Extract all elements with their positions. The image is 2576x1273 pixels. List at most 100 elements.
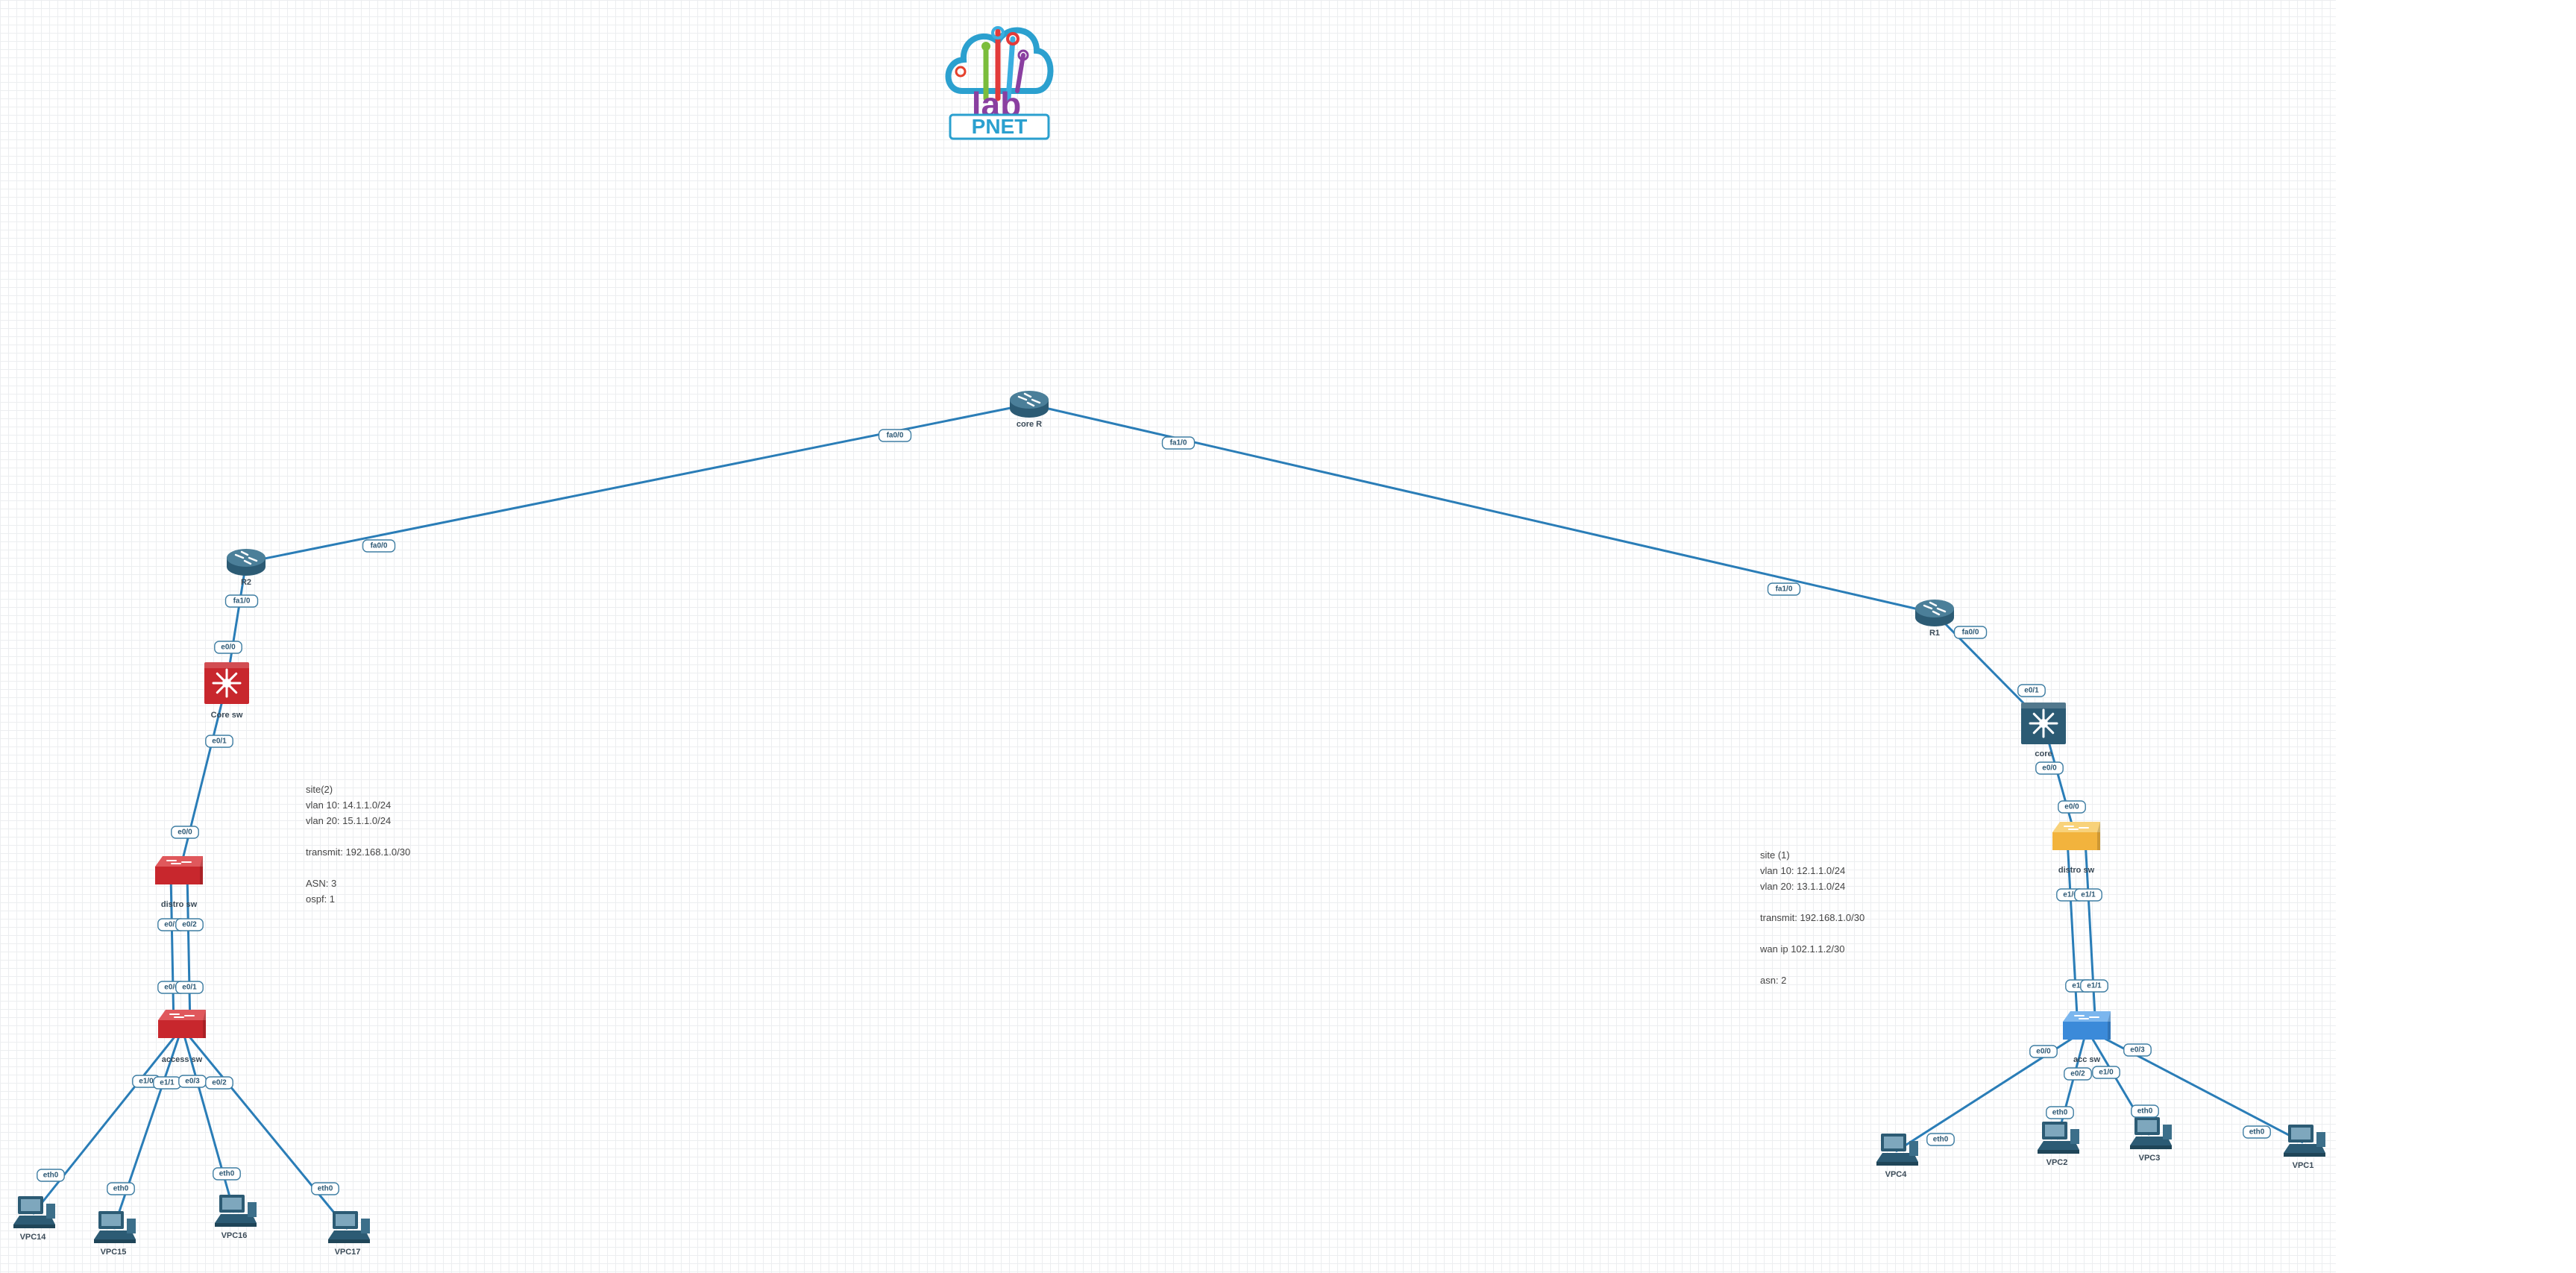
node-label-distrosw1: distro sw [2058,866,2095,875]
svg-text:fa1/0: fa1/0 [1170,439,1187,447]
svg-text:e0/1: e0/1 [182,984,197,992]
svg-text:fa0/0: fa0/0 [887,432,904,440]
port-label: fa1/0 [1161,436,1196,450]
pc-icon[interactable] [13,1196,55,1228]
port-label: eth0 [2131,1104,2159,1118]
port-label: fa0/0 [1953,626,1988,639]
port-label: eth0 [107,1182,135,1195]
node-label-VPC2: VPC2 [2046,1158,2068,1167]
port-label: e0/3 [178,1075,207,1088]
pc-icon[interactable] [2130,1117,2172,1149]
port-label: e0/0 [214,641,242,654]
multilayer-switch-red-icon[interactable] [204,662,249,704]
svg-text:e0/1: e0/1 [212,738,227,746]
note-line: site(2) [306,784,333,795]
pc-icon[interactable] [215,1195,257,1227]
note-line: transmit: 192.168.1.0/30 [306,846,411,858]
svg-text:fa1/0: fa1/0 [233,597,251,606]
link-accesssw-VPC17[interactable] [180,1027,349,1230]
note-line: vlan 10: 12.1.1.0/24 [1760,865,1846,876]
svg-text:e0/2: e0/2 [2070,1070,2085,1078]
port-label: e1/1 [2080,979,2108,993]
multilayer-switch-icon[interactable] [2021,702,2066,744]
pc-icon[interactable] [2284,1125,2325,1157]
node-label-core: core [2035,749,2052,758]
port-label: e0/2 [2064,1067,2092,1081]
node-label-accsw: acc sw [2073,1055,2101,1064]
note-line: ASN: 3 [306,878,337,889]
node-label-R1: R1 [1929,629,1940,638]
note-line: vlan 20: 13.1.1.0/24 [1760,881,1846,892]
svg-text:eth0: eth0 [1933,1136,1949,1144]
svg-text:e0/2: e0/2 [212,1079,227,1087]
svg-text:fa0/0: fa0/0 [1962,629,1979,637]
svg-text:e0/0: e0/0 [2064,803,2079,811]
note-line: site (1) [1760,849,1790,861]
site2-note[interactable]: site(2) vlan 10: 14.1.1.0/24 vlan 20: 15.1… [306,782,410,907]
svg-text:e0/0: e0/0 [221,644,236,652]
note-line: transmit: 192.168.1.0/30 [1760,912,1865,923]
port-label: e0/0 [171,826,199,839]
site1-note[interactable]: site (1) vlan 10: 12.1.1.0/24 vlan 20: 13.… [1760,847,1865,988]
note-line: vlan 20: 15.1.1.0/24 [306,815,392,826]
note-line: wan ip 102.1.1.2/30 [1760,943,1845,955]
svg-text:e1/1: e1/1 [2087,982,2102,990]
port-label: eth0 [213,1167,241,1181]
link-coreR-R2[interactable] [245,403,1030,564]
node-label-VPC3: VPC3 [2139,1154,2161,1163]
note-line [306,860,410,876]
router-icon[interactable] [1915,600,1954,626]
link-distrosw2-accesssw[interactable] [169,873,175,1028]
svg-text:e0/3: e0/3 [2130,1046,2145,1054]
port-label: e0/1 [175,981,204,994]
svg-text:eth0: eth0 [113,1185,129,1193]
port-label: fa1/0 [224,594,259,608]
switch-red-icon[interactable] [155,856,203,884]
pc-icon[interactable] [1876,1134,1918,1166]
link-coreR-R1[interactable] [1028,403,1935,615]
svg-text:eth0: eth0 [219,1170,235,1178]
port-label: eth0 [37,1169,65,1182]
svg-text:e0/0: e0/0 [2036,1048,2051,1056]
port-label: fa0/0 [362,539,396,553]
port-label: e0/0 [2058,800,2086,814]
svg-text:eth0: eth0 [2137,1107,2153,1116]
svg-text:e0/3: e0/3 [185,1078,200,1086]
svg-text:eth0: eth0 [2249,1128,2265,1137]
link-distrosw2-accesssw[interactable] [186,873,192,1028]
port-label: eth0 [2243,1125,2271,1139]
port-label: eth0 [1926,1133,1955,1146]
port-label: e1/1 [153,1076,181,1090]
node-label-VPC15: VPC15 [101,1248,127,1257]
switch-blue-icon[interactable] [2063,1011,2111,1040]
switch-yellow-icon[interactable] [2052,822,2100,850]
note-line [1760,957,1865,972]
svg-text:eth0: eth0 [2052,1109,2068,1117]
port-label: e0/0 [2035,761,2064,775]
node-label-coresw: Core sw [211,711,243,720]
pc-icon[interactable] [328,1211,370,1243]
svg-text:fa0/0: fa0/0 [371,542,388,550]
topology-canvas[interactable]: lab PNET core R R2 R1 Core sw core distro sw d… [0,0,2336,1273]
port-label: fa0/0 [878,429,912,442]
switch-red-icon[interactable] [158,1010,206,1038]
router-icon[interactable] [227,549,266,576]
svg-text:e1/1: e1/1 [2081,891,2096,899]
node-label-distrosw2: distro sw [161,900,198,909]
svg-text:e0/0: e0/0 [178,829,192,837]
router-icon[interactable] [1010,391,1049,418]
node-label-VPC16: VPC16 [222,1231,248,1240]
pc-icon[interactable] [2038,1122,2079,1154]
svg-text:e0/0: e0/0 [2042,764,2057,773]
network-topology[interactable]: core R R2 R1 Core sw core distro sw distro sw a… [0,0,2336,1273]
note-line: ospf: 1 [306,893,336,905]
svg-text:eth0: eth0 [43,1172,59,1180]
svg-text:e1/0: e1/0 [2099,1069,2114,1077]
port-label: e0/2 [175,918,204,931]
svg-text:eth0: eth0 [318,1185,333,1193]
svg-text:e1/1: e1/1 [160,1079,175,1087]
note-line: vlan 10: 14.1.1.0/24 [306,799,392,811]
pc-icon[interactable] [94,1211,136,1243]
port-label: e0/3 [2123,1043,2152,1057]
port-label: e1/0 [2092,1066,2120,1079]
